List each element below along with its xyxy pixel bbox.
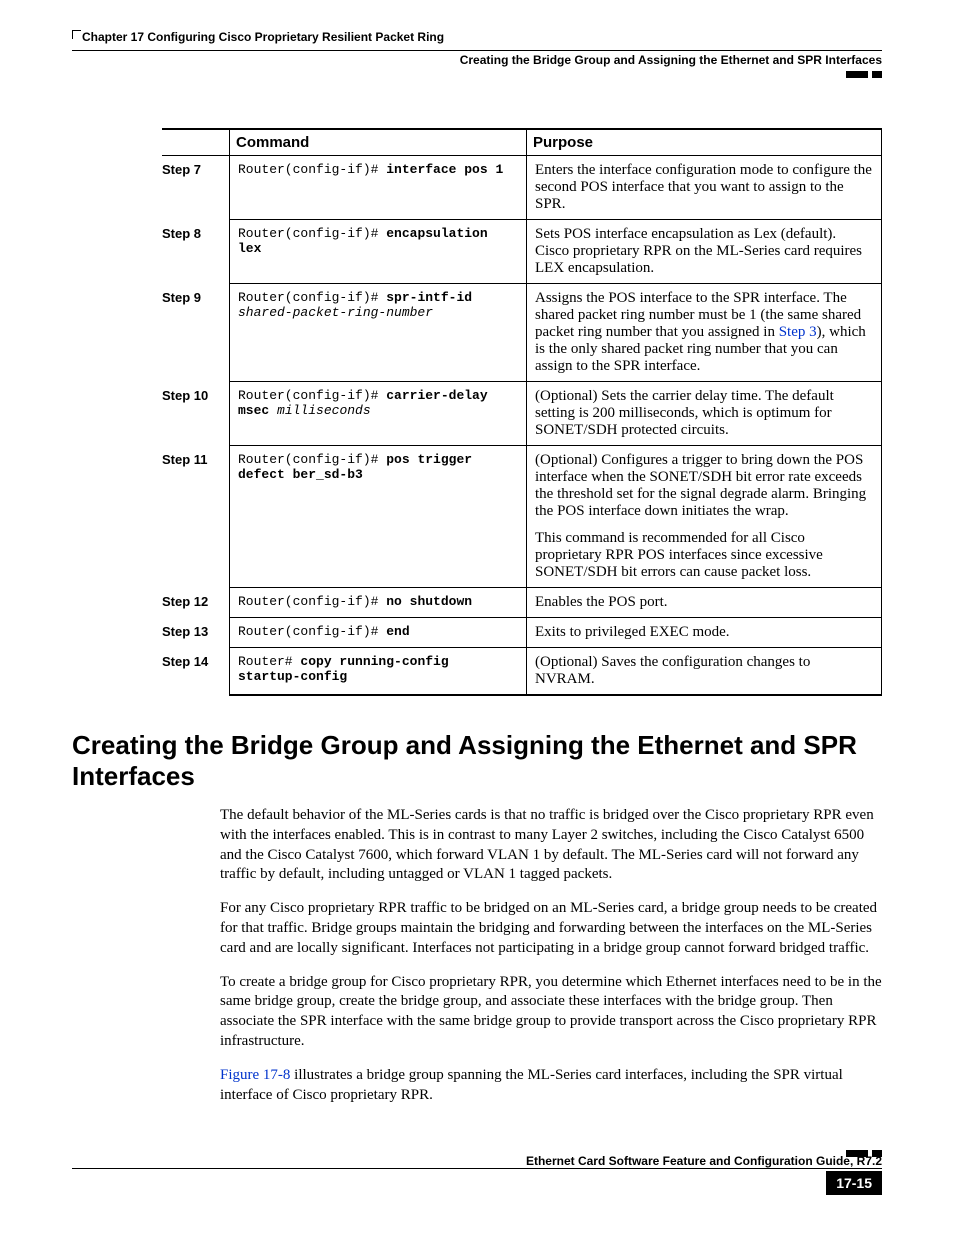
step-label: Step 9 <box>162 284 230 382</box>
table-row: Step 13 Router(config-if)# end Exits to … <box>162 618 882 648</box>
section-heading: Creating the Bridge Group and Assigning … <box>72 730 882 792</box>
header-mark <box>846 71 868 78</box>
section-header: Creating the Bridge Group and Assigning … <box>72 53 882 67</box>
table-row: Step 11 Router(config-if)# pos trigger d… <box>162 446 882 588</box>
corner-mark <box>72 30 81 39</box>
body-paragraph: The default behavior of the ML-Series ca… <box>220 806 882 885</box>
table-row: Step 7 Router(config-if)# interface pos … <box>162 156 882 220</box>
chapter-header: Chapter 17 Configuring Cisco Proprietary… <box>82 30 882 44</box>
step-label: Step 8 <box>162 220 230 284</box>
step-label: Step 13 <box>162 618 230 648</box>
body-paragraph: To create a bridge group for Cisco propr… <box>220 973 882 1052</box>
header-mark <box>872 71 882 78</box>
table-row: Step 8 Router(config-if)# encapsulation … <box>162 220 882 284</box>
figure-link[interactable]: Figure 17-8 <box>220 1067 290 1083</box>
command-table: Command Purpose Step 7 Router(config-if)… <box>162 128 882 696</box>
step-label: Step 14 <box>162 648 230 696</box>
step-label: Step 10 <box>162 382 230 446</box>
step-label: Step 12 <box>162 588 230 618</box>
page-number: 17-15 <box>826 1171 882 1195</box>
step-label: Step 11 <box>162 446 230 588</box>
table-row: Step 12 Router(config-if)# no shutdown E… <box>162 588 882 618</box>
table-row: Step 10 Router(config-if)# carrier-delay… <box>162 382 882 446</box>
body-paragraph: Figure 17-8 illustrates a bridge group s… <box>220 1066 882 1106</box>
step3-link[interactable]: Step 3 <box>779 324 817 340</box>
step-label: Step 7 <box>162 156 230 220</box>
body-paragraph: For any Cisco proprietary RPR traffic to… <box>220 899 882 958</box>
table-row: Step 14 Router# copy running-config star… <box>162 648 882 696</box>
page-footer: Ethernet Card Software Feature and Confi… <box>72 1150 882 1195</box>
guide-title: Ethernet Card Software Feature and Confi… <box>72 1154 882 1168</box>
table-row: Step 9 Router(config-if)# spr-intf-id sh… <box>162 284 882 382</box>
table-header-command: Command <box>230 129 527 156</box>
table-header-purpose: Purpose <box>527 129 882 156</box>
